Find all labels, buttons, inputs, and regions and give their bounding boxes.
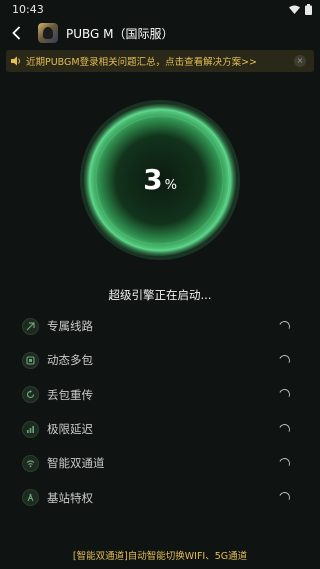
wifi-icon [289, 5, 300, 14]
feature-label: 专属线路 [47, 319, 93, 334]
loading-spinner-icon [277, 421, 292, 437]
close-icon[interactable]: × [294, 55, 306, 67]
dual-channel-icon [22, 454, 39, 472]
loading-spinner-icon [277, 490, 292, 505]
status-bar: 10:43 [0, 0, 320, 18]
chevron-left-icon [11, 26, 20, 40]
engine-status-text: 超级引擎正在启动... [108, 288, 212, 302]
feature-label: 动态多包 [47, 353, 93, 368]
feature-label: 基站特权 [47, 490, 93, 505]
loading-spinner-icon [277, 353, 292, 368]
page-title: PUBG M（国际服） [66, 26, 174, 41]
speaker-icon [11, 56, 20, 66]
multi-packet-icon [22, 351, 39, 369]
feature-item-base-station: 基站特权 [22, 480, 292, 514]
battery-icon [305, 3, 312, 15]
feature-label: 智能双通道 [47, 456, 105, 471]
progress-percent: 3% [0, 163, 320, 196]
feature-item-route: 专属线路 [22, 309, 292, 343]
feature-item-multi-packet: 动态多包 [22, 343, 292, 377]
feature-label: 丢包重传 [47, 387, 93, 402]
retransmit-icon [22, 386, 39, 404]
loading-spinner-icon [277, 387, 292, 402]
header-bar: PUBG M（国际服） [0, 18, 320, 48]
progress-value: 3 [143, 163, 163, 196]
feature-item-latency: 极限延迟 [22, 412, 292, 446]
feature-item-dual-channel: 智能双通道 [22, 446, 292, 480]
feature-item-retransmit: 丢包重传 [22, 378, 292, 412]
back-button[interactable] [2, 18, 30, 48]
progress-unit: % [164, 178, 177, 193]
status-time: 10:43 [12, 2, 44, 16]
footer-tip: [智能双通道]自动智能切换WIFI、5G通道 [72, 551, 248, 562]
notice-text: 近期PUBGM登录相关问题汇总，点击查看解决方案>> [26, 57, 258, 68]
base-station-icon [22, 489, 39, 507]
game-icon [38, 23, 58, 43]
notice-banner[interactable]: 近期PUBGM登录相关问题汇总，点击查看解决方案>> × [6, 50, 314, 72]
feature-list: 专属线路 动态多包 丢包重传 极限延迟 智能双通道 基站特权 [22, 309, 292, 515]
loading-spinner-icon [277, 319, 292, 334]
status-icons [289, 3, 312, 15]
route-icon [22, 317, 39, 335]
loading-spinner-icon [277, 456, 292, 471]
latency-icon [22, 420, 39, 438]
feature-label: 极限延迟 [47, 422, 93, 437]
